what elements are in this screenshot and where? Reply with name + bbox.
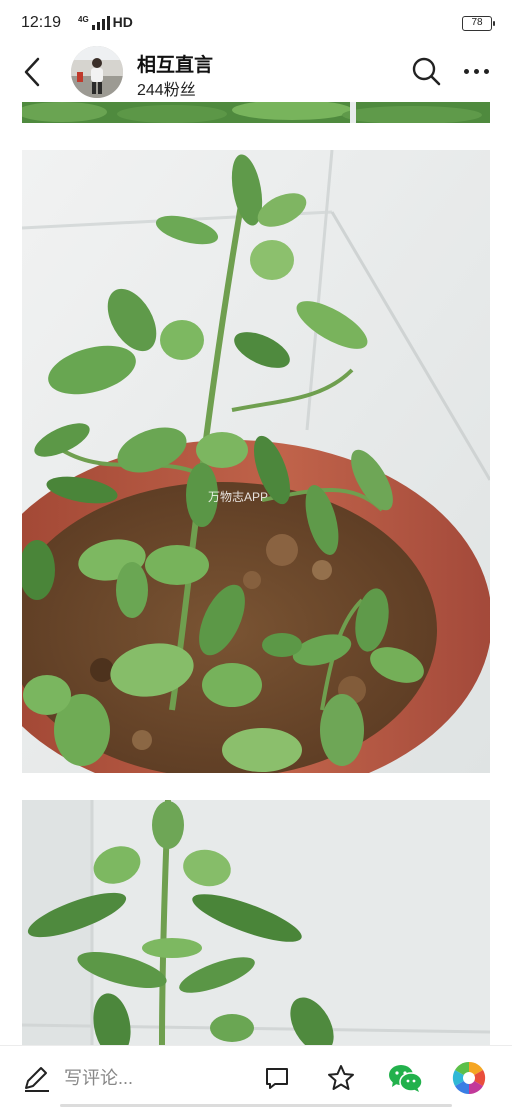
bottom-action-bar: 写评论... xyxy=(0,1045,512,1109)
plant-closeup-image xyxy=(22,800,490,1045)
follower-count: 244粉丝 xyxy=(137,82,196,99)
home-indicator xyxy=(60,1104,452,1107)
chevron-left-icon xyxy=(24,57,40,87)
status-bar: 12:19 4G HD 78 xyxy=(0,0,512,44)
star-icon xyxy=(328,1065,354,1090)
watermark: 万物志APP xyxy=(208,490,269,504)
article-image-partial[interactable] xyxy=(22,102,490,123)
avatar[interactable] xyxy=(71,46,123,98)
write-comment-button[interactable] xyxy=(18,1060,54,1096)
comment-bubble-icon xyxy=(266,1068,288,1089)
network-indicator: 4G HD xyxy=(78,14,133,30)
comment-input[interactable]: 写评论... xyxy=(64,1064,234,1092)
network-label: HD xyxy=(112,14,133,30)
article-image-plant-closeup[interactable] xyxy=(22,800,490,1045)
more-dot-icon xyxy=(463,68,469,74)
search-icon xyxy=(412,57,441,86)
wechat-icon xyxy=(389,1065,423,1092)
avatar-image xyxy=(71,46,123,98)
more-dot-icon xyxy=(473,68,479,74)
favorite-button[interactable] xyxy=(323,1060,359,1096)
author-name[interactable]: 相互直言 xyxy=(137,50,213,77)
leaves-image xyxy=(22,102,490,123)
pencil-icon xyxy=(25,1067,49,1092)
more-button[interactable] xyxy=(458,58,494,84)
battery-icon: 78 xyxy=(462,16,495,31)
network-generation: 4G xyxy=(78,15,89,24)
comments-button[interactable] xyxy=(259,1060,295,1096)
battery-level: 78 xyxy=(471,17,483,28)
article-header: 相互直言 244粉丝 xyxy=(0,44,512,100)
share-moments-button[interactable] xyxy=(451,1060,487,1096)
back-button[interactable] xyxy=(16,54,48,90)
search-button[interactable] xyxy=(410,54,442,88)
moments-aperture-icon xyxy=(452,1061,486,1095)
status-time: 12:19 xyxy=(21,14,62,31)
more-dot-icon xyxy=(483,68,489,74)
signal-icon xyxy=(91,16,110,30)
share-wechat-button[interactable] xyxy=(387,1060,423,1096)
article-image-plant-pot[interactable]: 万物志APP xyxy=(22,150,490,773)
plant-pot-image xyxy=(22,150,490,773)
